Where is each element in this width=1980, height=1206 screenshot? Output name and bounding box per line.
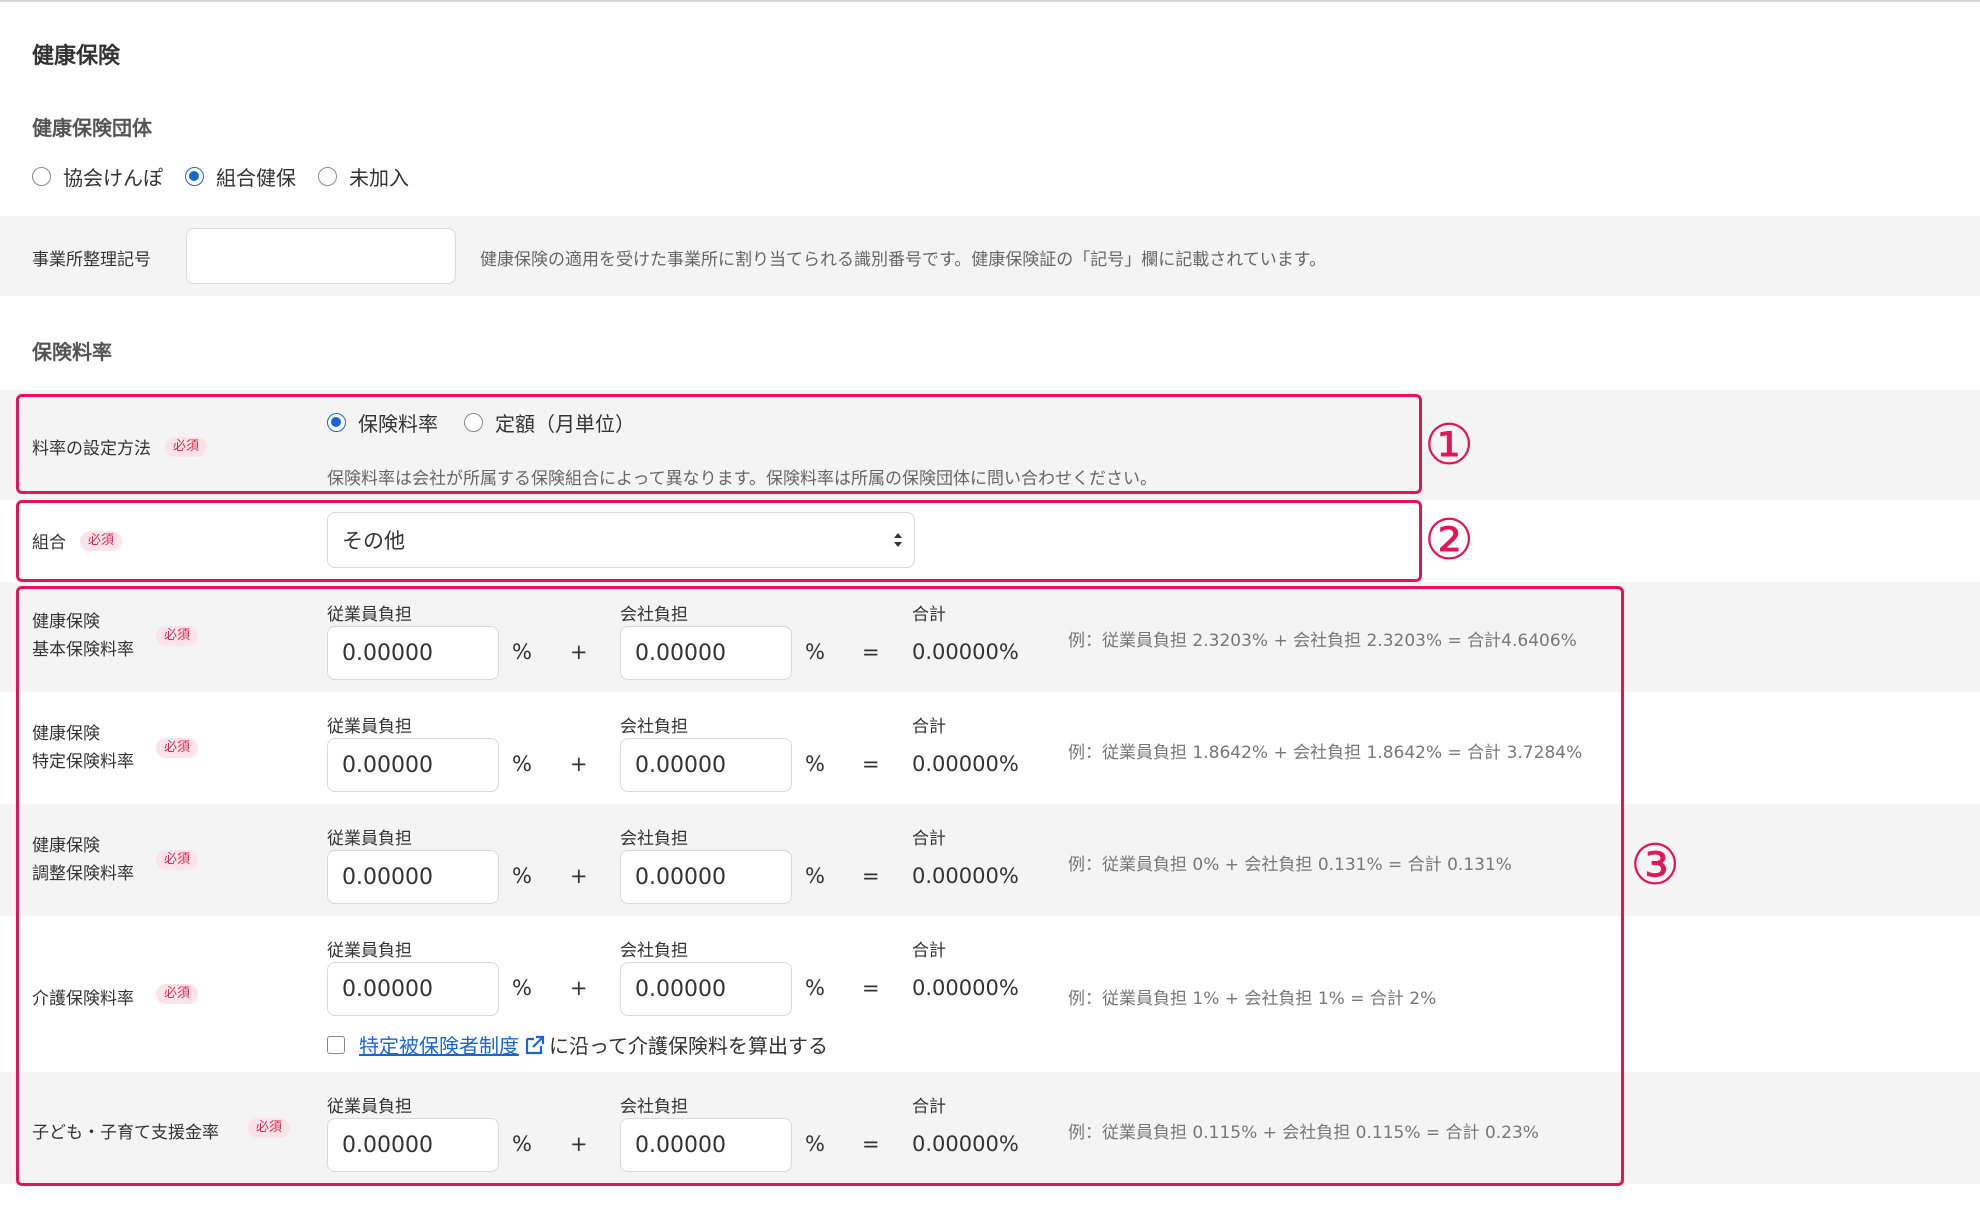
annotation-box-3 [16, 586, 1624, 1186]
page-title: 健康保険 [32, 44, 121, 69]
org-radio-kumiai[interactable] [185, 167, 204, 186]
annotation-box-2 [16, 500, 1422, 582]
org-radio-none[interactable] [318, 167, 337, 186]
office-code-help: 健康保険の適用を受けた事業所に割り当てられる識別番号です。健康保険証の「記号」欄… [480, 250, 1327, 270]
top-divider [0, 0, 1980, 2]
office-code-input[interactable] [186, 228, 456, 284]
org-radio-kyokai[interactable] [32, 167, 51, 186]
annotation-number-3: ③ [1630, 833, 1681, 898]
annotation-box-1 [16, 394, 1422, 494]
org-radio-none-label[interactable]: 未加入 [349, 162, 409, 191]
rate-section-title: 保険料率 [32, 340, 112, 364]
org-radio-kyokai-label[interactable]: 協会けんぽ [63, 162, 163, 191]
org-section-title: 健康保険団体 [32, 116, 152, 140]
annotation-number-2: ② [1424, 508, 1475, 573]
org-radio-kumiai-label[interactable]: 組合健保 [216, 162, 296, 191]
office-code-label: 事業所整理記号 [32, 250, 151, 270]
annotation-number-1: ① [1424, 413, 1475, 478]
org-radio-group: 協会けんぽ 組合健保 未加入 [32, 162, 431, 191]
